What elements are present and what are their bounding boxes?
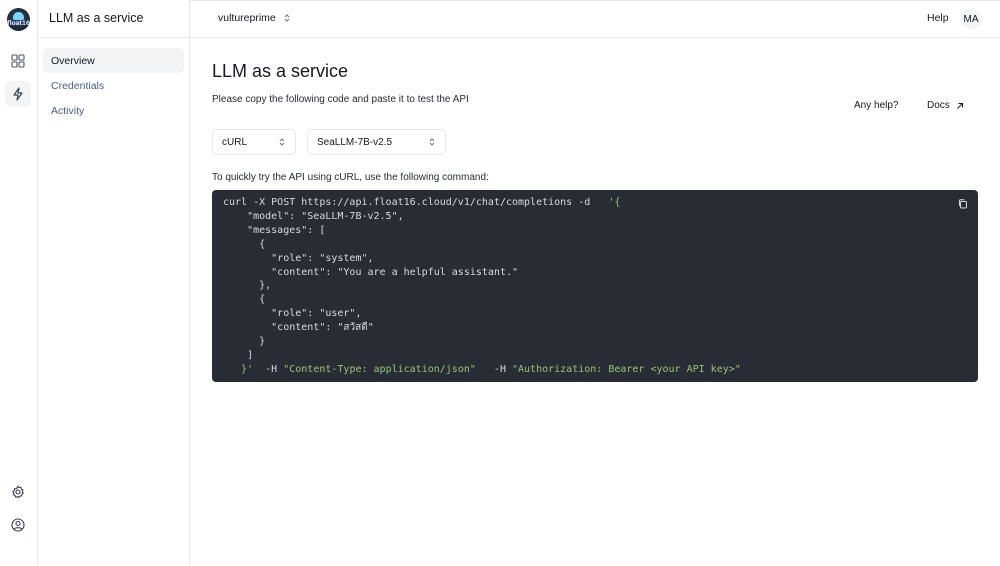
sidebar-divider — [38, 37, 190, 38]
help-link[interactable]: Help — [927, 12, 949, 24]
rail-dashboard-button[interactable] — [5, 48, 31, 74]
sidebar-item-label: Activity — [51, 104, 85, 117]
instruction-text: To quickly try the API using cURL, use t… — [212, 172, 489, 183]
sidebar-nav: Overview Credentials Activity — [43, 48, 184, 123]
code-line: "role": "system", — [223, 252, 374, 264]
code-line: "messages": [ — [223, 224, 326, 236]
main-content: LLM as a service Please copy the followi… — [190, 38, 1000, 566]
copy-icon[interactable] — [957, 198, 969, 210]
logo-text: float16 — [7, 20, 30, 27]
float16-logo[interactable]: float16 — [7, 8, 30, 31]
top-header: vultureprime Help MA — [190, 0, 1000, 38]
rail-account-button[interactable] — [5, 512, 31, 538]
code-line: ] — [223, 349, 254, 361]
docs-label: Docs — [927, 100, 950, 111]
logo-dome-icon — [13, 12, 24, 20]
docs-link[interactable]: Docs — [927, 100, 964, 111]
sidebar-item-activity[interactable]: Activity — [43, 98, 184, 123]
code-block[interactable]: curl -X POST https://api.float16.cloud/v… — [212, 190, 978, 382]
sidebar: LLM as a service Overview Credentials Ac… — [38, 0, 190, 566]
chevron-updown-icon — [284, 14, 290, 22]
icon-rail: float16 — [0, 0, 38, 566]
app-root: float16 LLM as a service Overview Creden… — [0, 0, 1000, 566]
org-name: vultureprime — [218, 12, 276, 24]
code-line: "content": "You are a helpful assistant.… — [223, 266, 519, 278]
code-line: curl -X POST https://api.float16.cloud/v… — [223, 197, 621, 208]
language-select[interactable]: cURL — [212, 129, 296, 155]
code-line: "role": "user", — [223, 308, 362, 320]
code-line: } — [223, 336, 266, 348]
user-circle-icon — [11, 518, 25, 532]
model-select[interactable]: SeaLLM-7B-v2.5 — [307, 129, 446, 155]
rail-settings-button[interactable] — [5, 479, 31, 505]
chevron-updown-icon — [429, 138, 435, 146]
sidebar-item-overview[interactable]: Overview — [43, 48, 184, 73]
code-line: { — [223, 294, 266, 306]
any-help-link[interactable]: Any help? — [854, 100, 898, 111]
avatar[interactable]: MA — [960, 9, 982, 29]
code-line: "content": "สวัสดี" — [223, 322, 374, 334]
sidebar-item-label: Credentials — [51, 79, 105, 92]
gear-icon — [12, 485, 24, 499]
code-line: { — [223, 238, 266, 250]
model-select-value: SeaLLM-7B-v2.5 — [317, 136, 393, 148]
bolt-icon — [13, 87, 23, 101]
page-title: LLM as a service — [212, 61, 349, 81]
language-select-value: cURL — [222, 136, 248, 148]
chevron-updown-icon — [279, 138, 285, 146]
external-arrow-icon — [956, 102, 963, 109]
page-subtitle: Please copy the following code and paste… — [212, 94, 469, 105]
org-switcher[interactable]: vultureprime — [218, 12, 290, 24]
code-line: }, — [223, 280, 272, 292]
grid-icon — [11, 54, 25, 68]
sidebar-item-label: Overview — [51, 54, 95, 67]
app-title: LLM as a service — [49, 11, 144, 25]
code-line: }' -H "Content-Type: application/json" -… — [223, 363, 741, 375]
code-text: curl -X POST https://api.float16.cloud/v… — [223, 196, 741, 377]
rail-llm-button[interactable] — [5, 81, 31, 107]
code-line: "model": "SeaLLM-7B-v2.5", — [223, 210, 404, 222]
sidebar-item-credentials[interactable]: Credentials — [43, 73, 184, 98]
